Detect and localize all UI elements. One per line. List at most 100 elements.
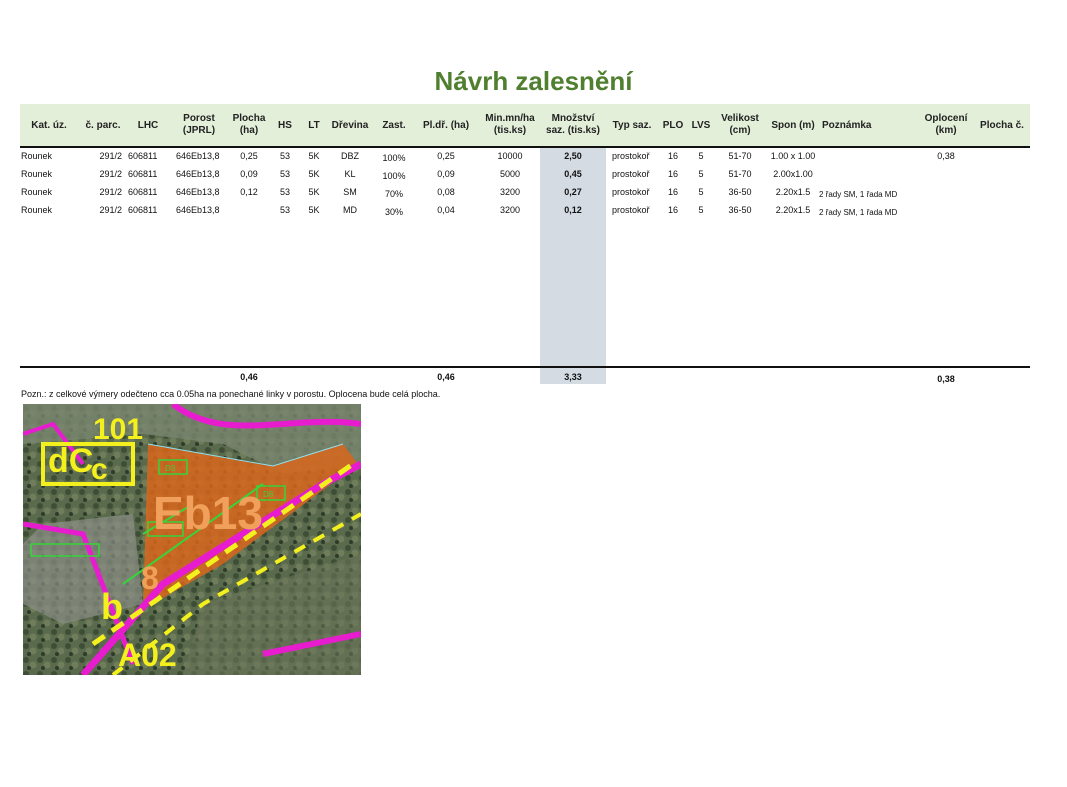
header-plocha-c: Plocha č. <box>980 120 1024 131</box>
header-drevina: Dřevina <box>331 120 369 131</box>
total-plocha: 0,46 <box>240 372 258 382</box>
cell-minmn: 5000 <box>499 169 521 179</box>
total-oploceni: 0,38 <box>937 374 955 384</box>
cell-porost: 646Eb13,8 <box>176 187 220 197</box>
cell-lt: 5K <box>308 169 320 179</box>
cell-hs: 53 <box>279 151 290 161</box>
header-oploceni-line1: Oplocení <box>924 113 968 124</box>
cell-hs: 53 <box>279 169 290 179</box>
cell-mnozstvi: 0,45 <box>564 169 582 179</box>
cell-velikost: 51-70 <box>728 169 752 179</box>
cell-velikost: 36-50 <box>728 187 752 197</box>
map-label-b: b <box>101 586 123 627</box>
cell-mnozstvi: 0,12 <box>564 205 582 215</box>
cell-typ-saz: prostokoř <box>612 205 650 215</box>
cell-lt: 5K <box>308 205 320 215</box>
cell-mnozstvi: 2,50 <box>564 151 582 161</box>
header-lt: LT <box>308 120 320 131</box>
cell-plo: 16 <box>667 169 678 179</box>
cell-zast: 100% <box>382 171 406 181</box>
header-lhc: LHC <box>137 120 159 131</box>
cell-velikost: 51-70 <box>728 151 752 161</box>
cell-hs: 53 <box>279 205 290 215</box>
cell-kat-uz: Rounek <box>21 151 53 161</box>
map-drawing: 101 dC c Eb13 8 b A02 D3 D8 <box>23 404 361 675</box>
footnote: Pozn.: z celkové výmery odečteno cca 0.0… <box>21 389 441 399</box>
header-velikost-line1: Velikost <box>721 113 759 124</box>
map-label-8: 8 <box>141 560 159 596</box>
cell-drevina: DBZ <box>341 151 359 161</box>
table-row: Rounek 291/2 606811 646Eb13,8 0,25 53 5K DBZ 100… <box>0 151 1067 167</box>
cell-zast: 30% <box>384 207 403 217</box>
cell-plocha: 0,12 <box>240 187 258 197</box>
cell-plocha: 0,25 <box>240 151 258 161</box>
table-row: Rounek 291/2 606811 646Eb13,8 53 5K MD 30% 0,04 3… <box>0 205 1067 221</box>
header-plocha-line1: Plocha <box>232 113 266 124</box>
map-label-d3: D3 <box>165 464 176 473</box>
cell-zast: 100% <box>382 153 406 163</box>
header-pldr: Pl.dř. (ha) <box>422 120 470 131</box>
cell-typ-saz: prostokoř <box>612 187 650 197</box>
header-porost: Porost (JPRL) <box>172 113 226 137</box>
map-label-c: c <box>91 453 108 486</box>
header-poznamka: Poznámka <box>822 120 872 131</box>
cell-drevina: SM <box>343 187 357 197</box>
header-oploceni-line2: (km) <box>935 125 957 136</box>
header-plocha: Plocha (ha) <box>228 113 270 137</box>
cell-porost: 646Eb13,8 <box>176 151 220 161</box>
cell-c-parc: 291/2 <box>99 151 122 161</box>
cell-plo: 16 <box>667 151 678 161</box>
header-c-parc: č. parc. <box>85 120 121 131</box>
header-minmn-line2: (tis.ks) <box>493 125 527 136</box>
cell-drevina: MD <box>343 205 357 215</box>
cell-c-parc: 291/2 <box>99 187 122 197</box>
cell-spon: 1.00 x 1.00 <box>770 151 816 161</box>
header-kat-uz: Kat. úz. <box>31 120 67 131</box>
cell-porost: 646Eb13,8 <box>176 169 220 179</box>
cell-plo: 16 <box>667 187 678 197</box>
cell-velikost: 36-50 <box>728 205 752 215</box>
total-pldr: 0,46 <box>437 372 455 382</box>
header-velikost: Velikost (cm) <box>716 113 764 137</box>
cell-kat-uz: Rounek <box>21 169 53 179</box>
page-title: Návrh zalesnění <box>434 66 633 96</box>
cell-lhc: 606811 <box>128 205 158 215</box>
cell-kat-uz: Rounek <box>21 205 53 215</box>
header-mnozstvi-line2: saz. (tis.ks) <box>546 125 600 136</box>
cell-plo: 16 <box>667 205 678 215</box>
cell-oploceni: 0,38 <box>937 151 955 161</box>
header-minmn-line1: Min.mn/ha <box>485 113 535 124</box>
table-row: Rounek 291/2 606811 646Eb13,8 0,12 53 5K SM 70% 0… <box>0 187 1067 203</box>
cell-typ-saz: prostokoř <box>612 169 650 179</box>
cell-spon: 2.00x1.00 <box>773 169 813 179</box>
header-divider <box>20 146 1030 148</box>
map-label-a02: A02 <box>118 637 177 673</box>
header-plo: PLO <box>662 120 684 131</box>
map-label-d8: D8 <box>263 490 274 499</box>
cell-spon: 2.20x1.5 <box>775 187 811 197</box>
header-plocha-line2: (ha) <box>239 125 259 136</box>
cell-lvs: 5 <box>698 151 704 161</box>
cell-drevina: KL <box>344 169 356 179</box>
cell-poznamka: 2 řady SM, 1 řada MD <box>819 190 898 199</box>
header-porost-line2: (JPRL) <box>182 125 216 136</box>
cell-lvs: 5 <box>698 205 704 215</box>
cell-poznamka: 2 řady SM, 1 řada MD <box>819 208 898 217</box>
cell-lhc: 606811 <box>128 151 158 161</box>
header-porost-line1: Porost <box>183 113 215 124</box>
cell-lt: 5K <box>308 187 320 197</box>
cell-c-parc: 291/2 <box>99 169 122 179</box>
header-zast: Zast. <box>382 120 406 131</box>
map-label-101: 101 <box>93 413 143 446</box>
total-mnozstvi: 3,33 <box>564 372 582 382</box>
header-velikost-line2: (cm) <box>729 125 751 136</box>
totals-divider <box>20 366 1030 368</box>
cell-c-parc: 291/2 <box>99 205 122 215</box>
cell-pldr: 0,04 <box>437 205 455 215</box>
cell-typ-saz: prostokoř <box>612 151 650 161</box>
cell-zast: 70% <box>384 189 403 199</box>
map-label-eb13: Eb13 <box>153 487 263 539</box>
cell-mnozstvi: 0,27 <box>564 187 582 197</box>
header-spon: Spon (m) <box>771 120 815 131</box>
forest-map: 101 dC c Eb13 8 b A02 D3 D8 <box>23 404 361 675</box>
